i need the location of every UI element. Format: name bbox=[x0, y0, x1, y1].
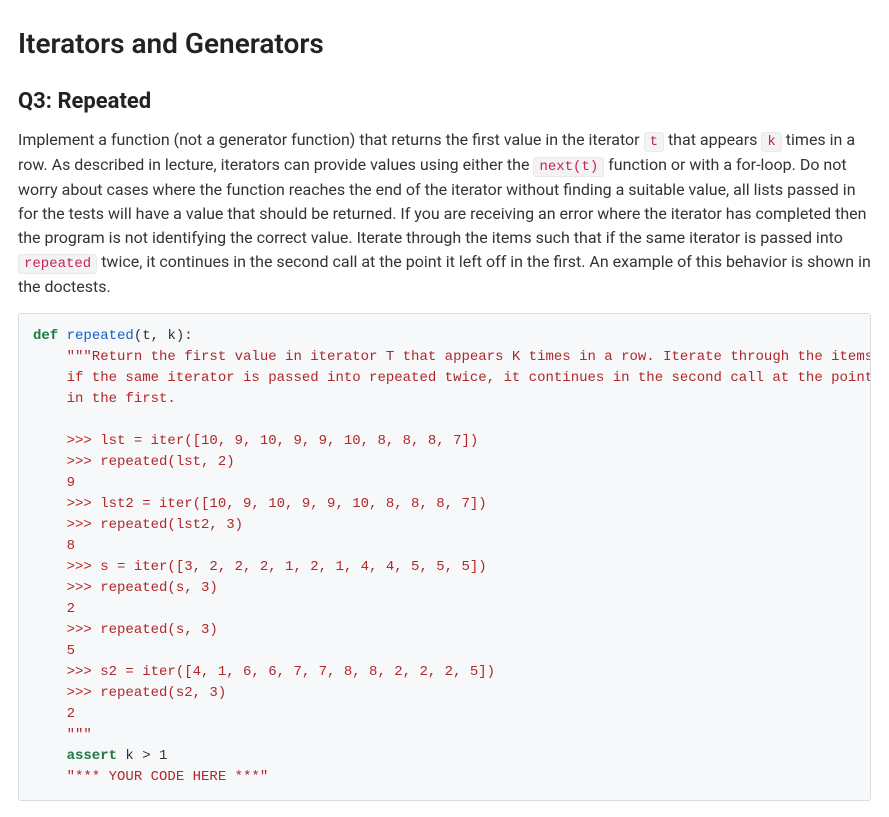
question-description: Implement a function (not a generator fu… bbox=[18, 128, 871, 299]
question-heading: Q3: Repeated bbox=[18, 87, 871, 118]
inline-code-t: t bbox=[644, 132, 664, 152]
signature: (t, k): bbox=[134, 328, 193, 344]
page-title: Iterators and Generators bbox=[18, 24, 871, 63]
assert-cond: k > 1 bbox=[117, 748, 167, 764]
desc-text: that appears bbox=[664, 130, 761, 149]
desc-text: Implement a function (not a generator fu… bbox=[18, 130, 644, 149]
keyword-def: def bbox=[33, 328, 58, 344]
keyword-assert: assert bbox=[33, 748, 117, 764]
code-stub: "*** YOUR CODE HERE ***" bbox=[33, 769, 268, 785]
inline-code-k: k bbox=[761, 132, 781, 152]
inline-code-next: next(t) bbox=[533, 157, 604, 177]
code-block: def repeated(t, k): """Return the first … bbox=[18, 313, 871, 801]
function-name: repeated bbox=[67, 328, 134, 344]
desc-text: twice, it continues in the second call a… bbox=[18, 252, 871, 296]
inline-code-repeated: repeated bbox=[18, 254, 97, 274]
docstring: """Return the first value in iterator T … bbox=[33, 349, 871, 743]
